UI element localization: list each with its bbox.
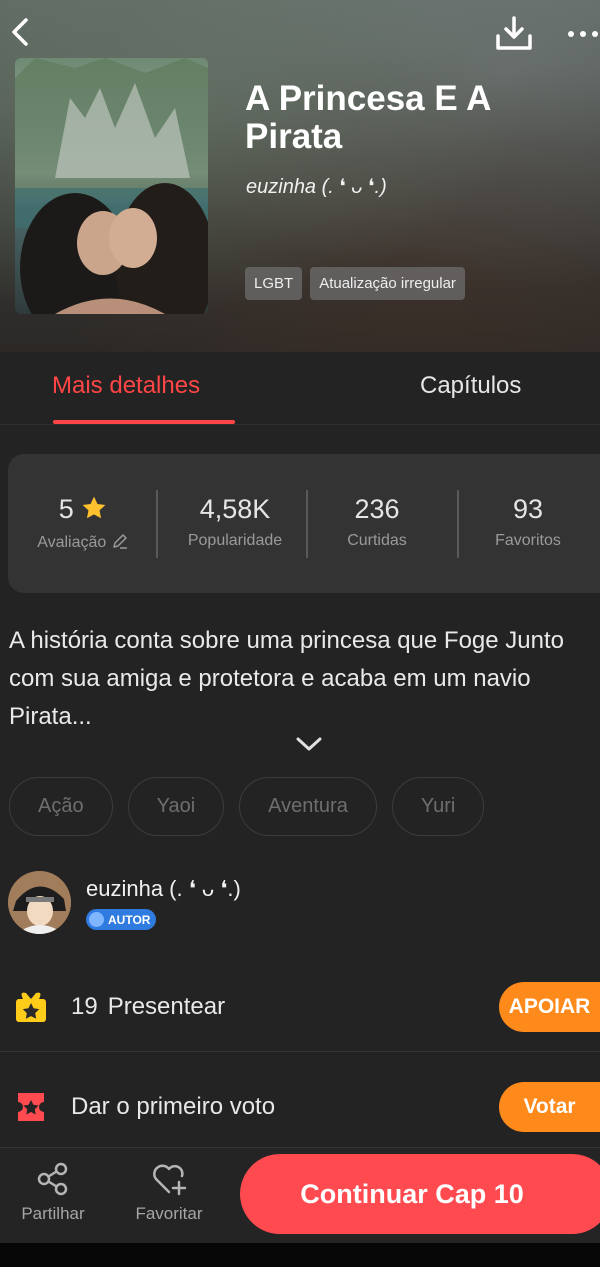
book-description[interactable]: A história conta sobre uma princesa que … bbox=[9, 622, 599, 736]
book-header: A Princesa E A Pirata euzinha (. ❛ ᴗ ❛.)… bbox=[0, 0, 600, 352]
gift-count: 19 bbox=[71, 993, 98, 1020]
download-icon[interactable] bbox=[494, 14, 534, 54]
favorite-label: Favoritar bbox=[135, 1204, 203, 1223]
author-badge-label: AUTOR bbox=[108, 912, 151, 927]
book-title: A Princesa E A Pirata bbox=[245, 79, 491, 156]
tag-lgbt[interactable]: LGBT bbox=[245, 267, 303, 300]
favorite-button[interactable]: Favoritar bbox=[129, 1162, 209, 1224]
continue-reading-button[interactable]: Continuar Cap 10 bbox=[240, 1154, 600, 1234]
stat-popularity: 4,58K Popularidade bbox=[160, 494, 310, 550]
tag-update-status[interactable]: Atualização irregular bbox=[310, 267, 465, 300]
likes-label: Curtidas bbox=[347, 532, 407, 549]
favorites-label: Favoritos bbox=[495, 532, 561, 549]
likes-value: 236 bbox=[354, 494, 400, 524]
author-avatar[interactable] bbox=[8, 871, 71, 934]
gift-label: Presentear bbox=[107, 993, 226, 1020]
vote-label: Dar o primeiro voto bbox=[71, 1093, 276, 1120]
vote-ticket-icon bbox=[14, 1090, 48, 1124]
bottom-action-bar: Partilhar Favoritar Continuar Cap 10 bbox=[0, 1147, 600, 1243]
stat-likes: 236 Curtidas bbox=[302, 494, 452, 550]
gift-icon bbox=[14, 990, 48, 1024]
heart-plus-icon bbox=[153, 1164, 187, 1196]
share-button[interactable]: Partilhar bbox=[13, 1162, 93, 1224]
vote-row: Dar o primeiro voto Votar bbox=[0, 1062, 600, 1152]
vote-button[interactable]: Votar bbox=[499, 1082, 600, 1132]
rating-value: 5 bbox=[58, 494, 74, 524]
tab-bar: Mais detalhes Capítulos bbox=[0, 352, 600, 425]
favorites-value: 93 bbox=[512, 494, 544, 524]
chevron-down-icon[interactable] bbox=[296, 736, 322, 752]
genre-tags: Ação Yaoi Aventura Yuri bbox=[9, 777, 485, 836]
tab-details[interactable]: Mais detalhes bbox=[52, 372, 200, 400]
stats-card: 5 Avaliação 4,58K Popularidade 236 Curti… bbox=[8, 454, 600, 593]
author-badge: AUTOR bbox=[86, 909, 157, 930]
book-author[interactable]: euzinha (. ❛ ᴗ ❛.) bbox=[246, 174, 387, 199]
badge-drop-icon bbox=[89, 912, 104, 927]
share-icon bbox=[37, 1162, 68, 1196]
rating-label: Avaliação bbox=[37, 534, 107, 551]
genre-tag[interactable]: Aventura bbox=[239, 777, 377, 836]
share-label: Partilhar bbox=[21, 1204, 85, 1223]
genre-tag[interactable]: Ação bbox=[9, 777, 113, 836]
support-button[interactable]: APOIAR bbox=[499, 982, 600, 1032]
edit-pencil-icon bbox=[113, 534, 127, 549]
popularity-value: 4,58K bbox=[199, 494, 271, 524]
tab-chapters[interactable]: Capítulos bbox=[420, 372, 521, 400]
stat-rating[interactable]: 5 Avaliação bbox=[8, 494, 158, 552]
stat-divider bbox=[156, 490, 158, 558]
gift-row: 19 Presentear APOIAR bbox=[0, 962, 600, 1052]
details-panel: Mais detalhes Capítulos 5 Avaliação 4,58… bbox=[0, 352, 600, 1147]
book-cover-image[interactable] bbox=[15, 58, 208, 314]
book-tags: LGBT Atualização irregular bbox=[245, 267, 465, 300]
stat-favorites: 93 Favoritos bbox=[453, 494, 600, 550]
popularity-label: Popularidade bbox=[187, 532, 283, 549]
genre-tag[interactable]: Yaoi bbox=[127, 777, 225, 836]
author-name[interactable]: euzinha (. ❛ ᴗ ❛.) bbox=[86, 876, 241, 902]
back-arrow-icon[interactable] bbox=[6, 14, 36, 50]
more-dots-icon[interactable] bbox=[566, 14, 600, 50]
active-tab-indicator bbox=[53, 420, 235, 424]
system-nav-strip bbox=[0, 1243, 600, 1267]
star-icon bbox=[82, 496, 106, 519]
genre-tag[interactable]: Yuri bbox=[391, 777, 485, 836]
